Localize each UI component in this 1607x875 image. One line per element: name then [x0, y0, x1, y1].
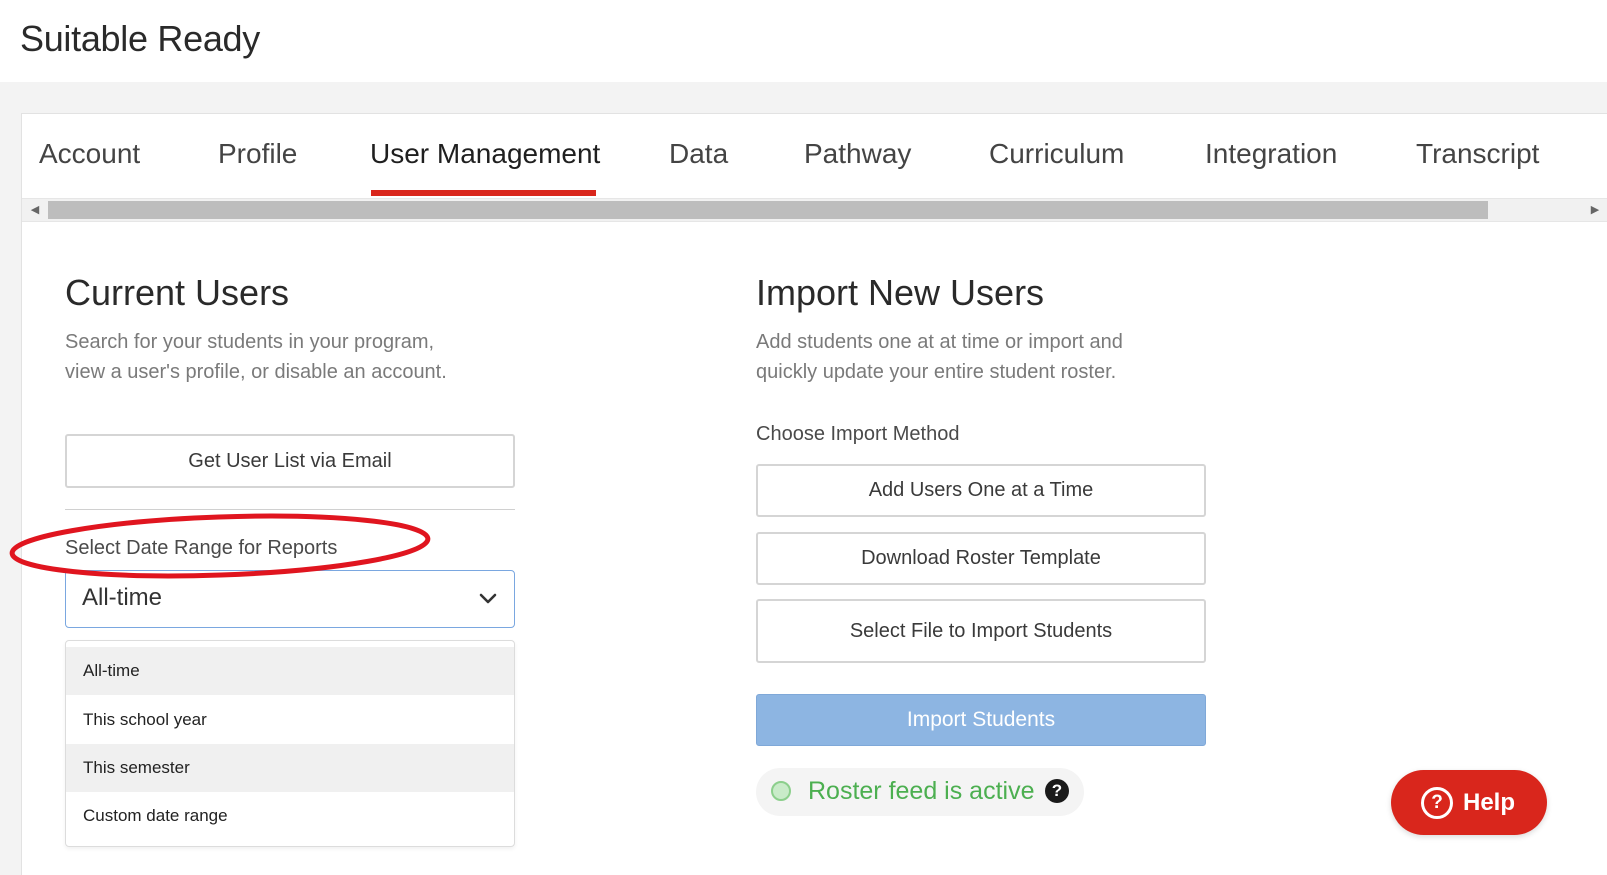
tab-user-management[interactable]: User Management [370, 138, 600, 170]
tab-curriculum[interactable]: Curriculum [989, 138, 1124, 170]
tab-scrollbar[interactable]: ◀ ▶ [22, 198, 1607, 222]
roster-feed-status: Roster feed is active ? [756, 768, 1084, 816]
current-users-desc-line: view a user's profile, or disable an acc… [65, 361, 447, 383]
select-file-import-button[interactable]: Select File to Import Students [756, 599, 1206, 663]
help-circle-icon: ? [1421, 787, 1453, 819]
date-range-selected-value: All-time [82, 584, 163, 611]
tab-pathway[interactable]: Pathway [804, 138, 911, 170]
tab-integration[interactable]: Integration [1205, 138, 1337, 170]
help-button-label: Help [1463, 789, 1516, 816]
import-users-description: Add students one at at time or import an… [756, 327, 1123, 387]
tab-account[interactable]: Account [39, 138, 140, 170]
help-button[interactable]: ? Help [1391, 770, 1547, 835]
tab-transcript[interactable]: Transcript [1416, 138, 1539, 170]
date-range-option-school-year[interactable]: This school year [66, 696, 514, 744]
import-method-label: Choose Import Method [756, 423, 960, 445]
tab-profile[interactable]: Profile [218, 138, 297, 170]
settings-card: Account Profile User Management Data Pat… [21, 113, 1607, 875]
current-users-title: Current Users [65, 272, 290, 313]
date-range-options-list: All-time This school year This semester … [65, 640, 515, 847]
app-title: Suitable Ready [20, 18, 260, 59]
date-range-option-all-time[interactable]: All-time [66, 647, 514, 695]
date-range-option-custom[interactable]: Custom date range [66, 792, 514, 840]
question-icon[interactable]: ? [1045, 779, 1069, 803]
active-tab-indicator [371, 190, 596, 196]
import-users-title: Import New Users [756, 272, 1045, 313]
status-dot-icon [771, 781, 791, 801]
import-users-desc-line: quickly update your entire student roste… [756, 361, 1117, 383]
roster-feed-status-text: Roster feed is active [808, 777, 1035, 805]
scroll-left-arrow-icon[interactable]: ◀ [24, 199, 46, 221]
top-bar: Suitable Ready [0, 0, 1607, 82]
chevron-down-icon [479, 593, 497, 604]
current-users-description: Search for your students in your program… [65, 327, 447, 387]
add-users-one-at-a-time-button[interactable]: Add Users One at a Time [756, 464, 1206, 517]
section-divider [65, 509, 515, 510]
import-students-button[interactable]: Import Students [756, 694, 1206, 746]
date-range-label: Select Date Range for Reports [65, 537, 338, 559]
import-users-desc-line: Add students one at at time or import an… [756, 331, 1123, 353]
scroll-right-arrow-icon[interactable]: ▶ [1584, 199, 1606, 221]
current-users-desc-line: Search for your students in your program… [65, 331, 435, 353]
get-user-list-email-button[interactable]: Get User List via Email [65, 434, 515, 488]
tab-data[interactable]: Data [669, 138, 728, 170]
date-range-option-semester[interactable]: This semester [66, 744, 514, 792]
tab-bar: Account Profile User Management Data Pat… [22, 114, 1607, 198]
date-range-select[interactable]: All-time [65, 570, 515, 628]
download-roster-template-button[interactable]: Download Roster Template [756, 532, 1206, 585]
scrollbar-thumb[interactable] [48, 201, 1488, 219]
